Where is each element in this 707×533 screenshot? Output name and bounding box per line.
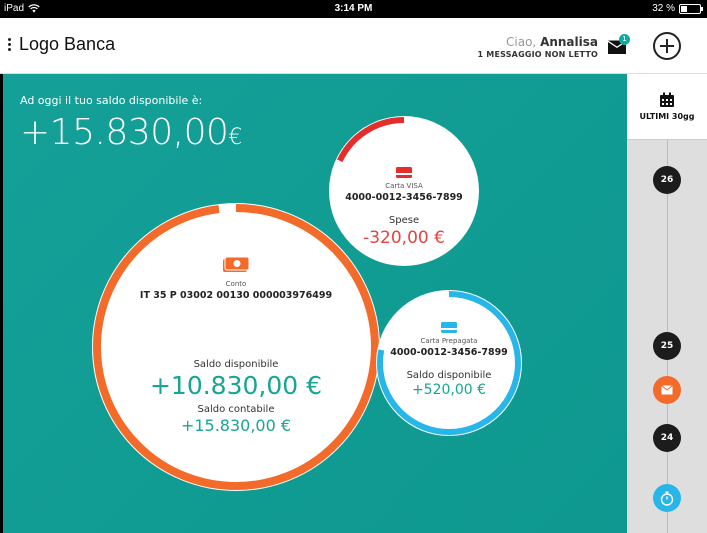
user-greeting[interactable]: Ciao, Annalisa 1 MESSAGGIO NON LETTO	[478, 35, 598, 59]
prepaid-card-bubble[interactable]: Carta Prepagata 4000-0012-3456-7899 Sald…	[376, 290, 522, 436]
calendar-icon	[660, 92, 674, 107]
accounting-balance-label: Saldo contabile	[197, 404, 275, 415]
account-iban: IT 35 P 03002 00130 000003976499	[139, 290, 333, 301]
bank-logo[interactable]: Logo Banca	[19, 34, 115, 55]
prepaid-balance-label: Saldo disponibile	[406, 370, 492, 381]
add-button[interactable]	[653, 32, 681, 60]
account-type: Conto	[225, 280, 247, 288]
battery-percent: 32 %	[652, 3, 675, 14]
greeting-prefix: Ciao,	[506, 35, 537, 49]
battery-icon	[679, 3, 703, 14]
visa-card-number: 4000-0012-3456-7899	[345, 192, 463, 203]
balance-value: +15.830,00€	[20, 112, 242, 153]
available-balance-label: Saldo disponibile	[193, 359, 279, 370]
unread-messages-note: 1 MESSAGGIO NON LETTO	[477, 50, 598, 59]
timeline-sidebar: ULTIMI 30gg 26 25 24	[627, 74, 707, 533]
stopwatch-icon	[660, 491, 674, 506]
visa-spending-label: Spese	[388, 215, 420, 226]
prepaid-balance-value: +520,00 €	[411, 382, 487, 398]
visa-spending-value: -320,00 €	[363, 228, 445, 248]
timeline-day[interactable]: 24	[653, 424, 681, 452]
app-header: Logo Banca Ciao, Annalisa 1 MESSAGGIO NO…	[0, 18, 707, 74]
prepaid-card-icon	[441, 322, 457, 333]
balance-label: Ad oggi il tuo saldo disponibile è:	[20, 94, 203, 107]
visa-card-bubble[interactable]: Carta VISA 4000-0012-3456-7899 Spese -32…	[329, 116, 479, 266]
status-time: 3:14 PM	[334, 3, 373, 14]
prepaid-card-number: 4000-0012-3456-7899	[390, 347, 508, 358]
period-filter[interactable]: ULTIMI 30gg	[627, 74, 707, 140]
visa-card-type: Carta VISA	[385, 182, 423, 190]
timeline-mail-event[interactable]	[653, 376, 681, 404]
money-icon	[223, 256, 250, 272]
timeline-day[interactable]: 26	[653, 166, 681, 194]
prepaid-card-type: Carta Prepagata	[420, 337, 478, 345]
mail-badge: 1	[619, 34, 630, 45]
accounts-overview: Ad oggi il tuo saldo disponibile è: +15.…	[3, 74, 627, 533]
timeline-timer-event[interactable]	[653, 484, 681, 512]
timeline-day[interactable]: 25	[653, 332, 681, 360]
accounting-balance-value: +15.830,00 €	[180, 416, 292, 435]
status-bar: iPad 3:14 PM 32 %	[0, 0, 707, 18]
user-name: Annalisa	[540, 35, 598, 49]
menu-icon[interactable]	[8, 38, 12, 53]
mail-icon	[661, 385, 673, 395]
available-balance-value: +10.830,00 €	[149, 371, 323, 400]
period-label: ULTIMI 30gg	[639, 112, 695, 121]
credit-card-icon	[396, 167, 412, 178]
